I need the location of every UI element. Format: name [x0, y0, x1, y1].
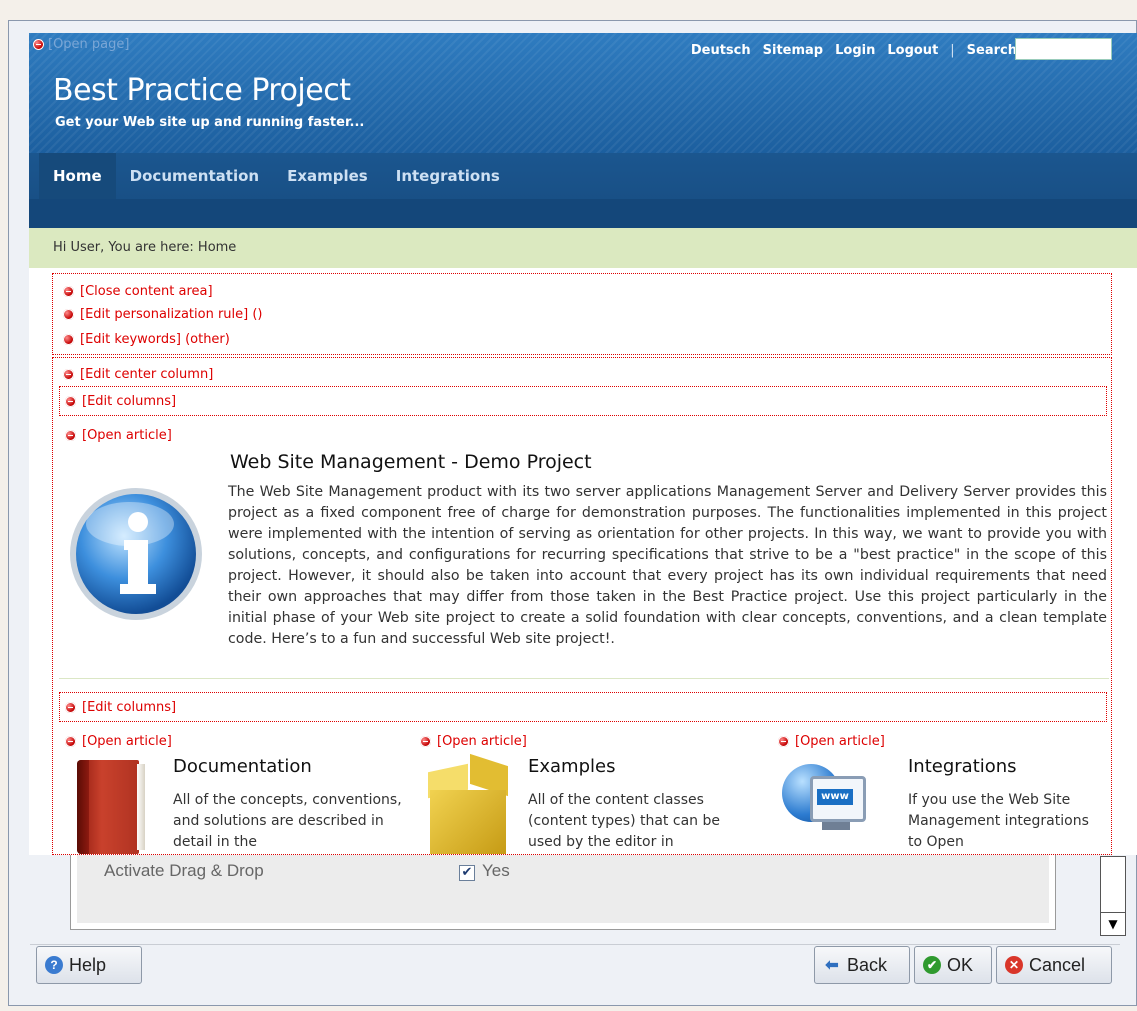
drag-drop-label: Activate Drag & Drop [104, 861, 264, 880]
ok-button[interactable]: ✔ OK [914, 946, 992, 984]
edit-columns-label-1: [Edit columns] [82, 394, 177, 409]
columns-box-1 [59, 386, 1107, 416]
nav-subband [29, 199, 1137, 228]
open-article-control-main[interactable]: [Open article] [65, 428, 172, 443]
link-search[interactable]: Search [967, 43, 1017, 58]
help-button[interactable]: ? Help [36, 946, 142, 984]
main-navigation: Home Documentation Examples Integrations [29, 153, 1137, 228]
close-content-area-label: [Close content area] [80, 284, 213, 299]
site-title: Best Practice Project [53, 73, 351, 108]
edit-center-column-label: [Edit center column] [80, 367, 214, 382]
help-icon: ? [45, 956, 63, 974]
dialog-scrollbar[interactable]: ▼ [1100, 856, 1126, 936]
back-label: Back [847, 954, 888, 975]
breadcrumb-text: Hi User, You are here: Home [53, 240, 237, 255]
link-sitemap[interactable]: Sitemap [763, 43, 823, 58]
nav-tab-integrations[interactable]: Integrations [382, 153, 514, 199]
column-description: If you use the Web Site Management integ… [908, 792, 1089, 850]
red-edit-icon [65, 736, 76, 747]
column-title: Integrations [908, 756, 1017, 777]
edit-center-column-control[interactable]: [Edit center column] [63, 367, 213, 382]
article-title: Web Site Management - Demo Project [230, 451, 592, 473]
red-edit-icon [63, 369, 74, 380]
back-button[interactable]: ⬅ Back [814, 946, 910, 984]
open-page-control[interactable]: [Open page] [33, 37, 129, 52]
edit-columns-label-2: [Edit columns] [82, 700, 177, 715]
open-article-label: [Open article] [437, 734, 527, 749]
settings-panel: Activate Drag & Drop ✔ Yes [70, 850, 1056, 930]
open-article-label: [Open article] [795, 734, 885, 749]
ok-label: OK [947, 954, 974, 975]
nav-tab-documentation[interactable]: Documentation [116, 153, 273, 199]
column-title: Documentation [173, 756, 312, 777]
edit-keywords-label: [Edit keywords] (other) [80, 332, 230, 347]
cancel-button[interactable]: ✕ Cancel [996, 946, 1112, 984]
open-page-label: [Open page] [48, 37, 130, 52]
article-body-text: The Web Site Management product with its… [228, 484, 1107, 647]
open-article-control-documentation[interactable]: [Open article] [65, 734, 172, 749]
article-body: The Web Site Management product with its… [62, 482, 1107, 650]
red-edit-icon [33, 39, 44, 50]
edit-columns-control-1[interactable]: [Edit columns] [65, 394, 176, 409]
scroll-down-arrow-icon[interactable]: ▼ [1101, 912, 1125, 935]
link-separator: | [950, 43, 955, 58]
nav-tab-examples[interactable]: Examples [273, 153, 382, 199]
help-label: Help [69, 954, 107, 975]
red-edit-icon [65, 430, 76, 441]
edit-personalization-control[interactable]: [Edit personalization rule] () [63, 307, 263, 322]
top-links: Deutsch Sitemap Login Logout | Search [691, 43, 1017, 58]
columns-box-2 [59, 692, 1107, 722]
nav-tab-home[interactable]: Home [39, 153, 116, 199]
red-dot-icon [63, 334, 74, 345]
open-article-control-integrations[interactable]: [Open article] [778, 734, 885, 749]
red-edit-icon [65, 396, 76, 407]
content-divider [59, 678, 1109, 679]
link-deutsch[interactable]: Deutsch [691, 43, 751, 58]
check-icon: ✔ [923, 956, 941, 974]
open-article-label-main: [Open article] [82, 428, 172, 443]
column-documentation: [Open article] Documentation All of the … [61, 734, 402, 855]
site-header: [Open page] Deutsch Sitemap Login Logout… [29, 33, 1137, 153]
column-description: All of the concepts, conventions, and so… [173, 792, 402, 850]
red-edit-icon [65, 702, 76, 713]
settings-row: Activate Drag & Drop ✔ Yes [77, 855, 1049, 923]
breadcrumb: Hi User, You are here: Home [29, 228, 1137, 268]
open-article-control-examples[interactable]: [Open article] [420, 734, 527, 749]
drag-drop-checkbox[interactable]: ✔ [459, 865, 475, 881]
cancel-label: Cancel [1029, 954, 1086, 975]
page-preview: [Open page] Deutsch Sitemap Login Logout… [29, 33, 1137, 855]
column-integrations: [Open article] www Integrations If you u… [774, 734, 1114, 855]
box-icon [424, 753, 514, 855]
red-edit-icon [420, 736, 431, 747]
back-arrow-icon: ⬅ [825, 957, 839, 974]
edit-keywords-control[interactable]: [Edit keywords] (other) [63, 332, 230, 347]
column-examples: [Open article] Examples All of the conte… [416, 734, 746, 855]
edit-personalization-label: [Edit personalization rule] () [80, 307, 263, 322]
column-description: All of the content classes (content type… [528, 792, 720, 850]
open-article-label: [Open article] [82, 734, 172, 749]
link-logout[interactable]: Logout [887, 43, 938, 58]
book-icon [69, 756, 159, 855]
dialog-divider [30, 944, 1120, 945]
red-dot-icon [63, 309, 74, 320]
link-login[interactable]: Login [835, 43, 875, 58]
www-icon: www [782, 756, 872, 855]
cancel-x-icon: ✕ [1005, 956, 1023, 974]
drag-drop-value: Yes [482, 861, 510, 880]
info-icon [60, 482, 220, 632]
site-tagline: Get your Web site up and running faster.… [55, 115, 365, 130]
column-title: Examples [528, 756, 616, 777]
red-edit-icon [778, 736, 789, 747]
search-input[interactable] [1015, 38, 1112, 60]
edit-columns-control-2[interactable]: [Edit columns] [65, 700, 176, 715]
red-close-icon [63, 286, 74, 297]
close-content-area-control[interactable]: [Close content area] [63, 284, 213, 299]
